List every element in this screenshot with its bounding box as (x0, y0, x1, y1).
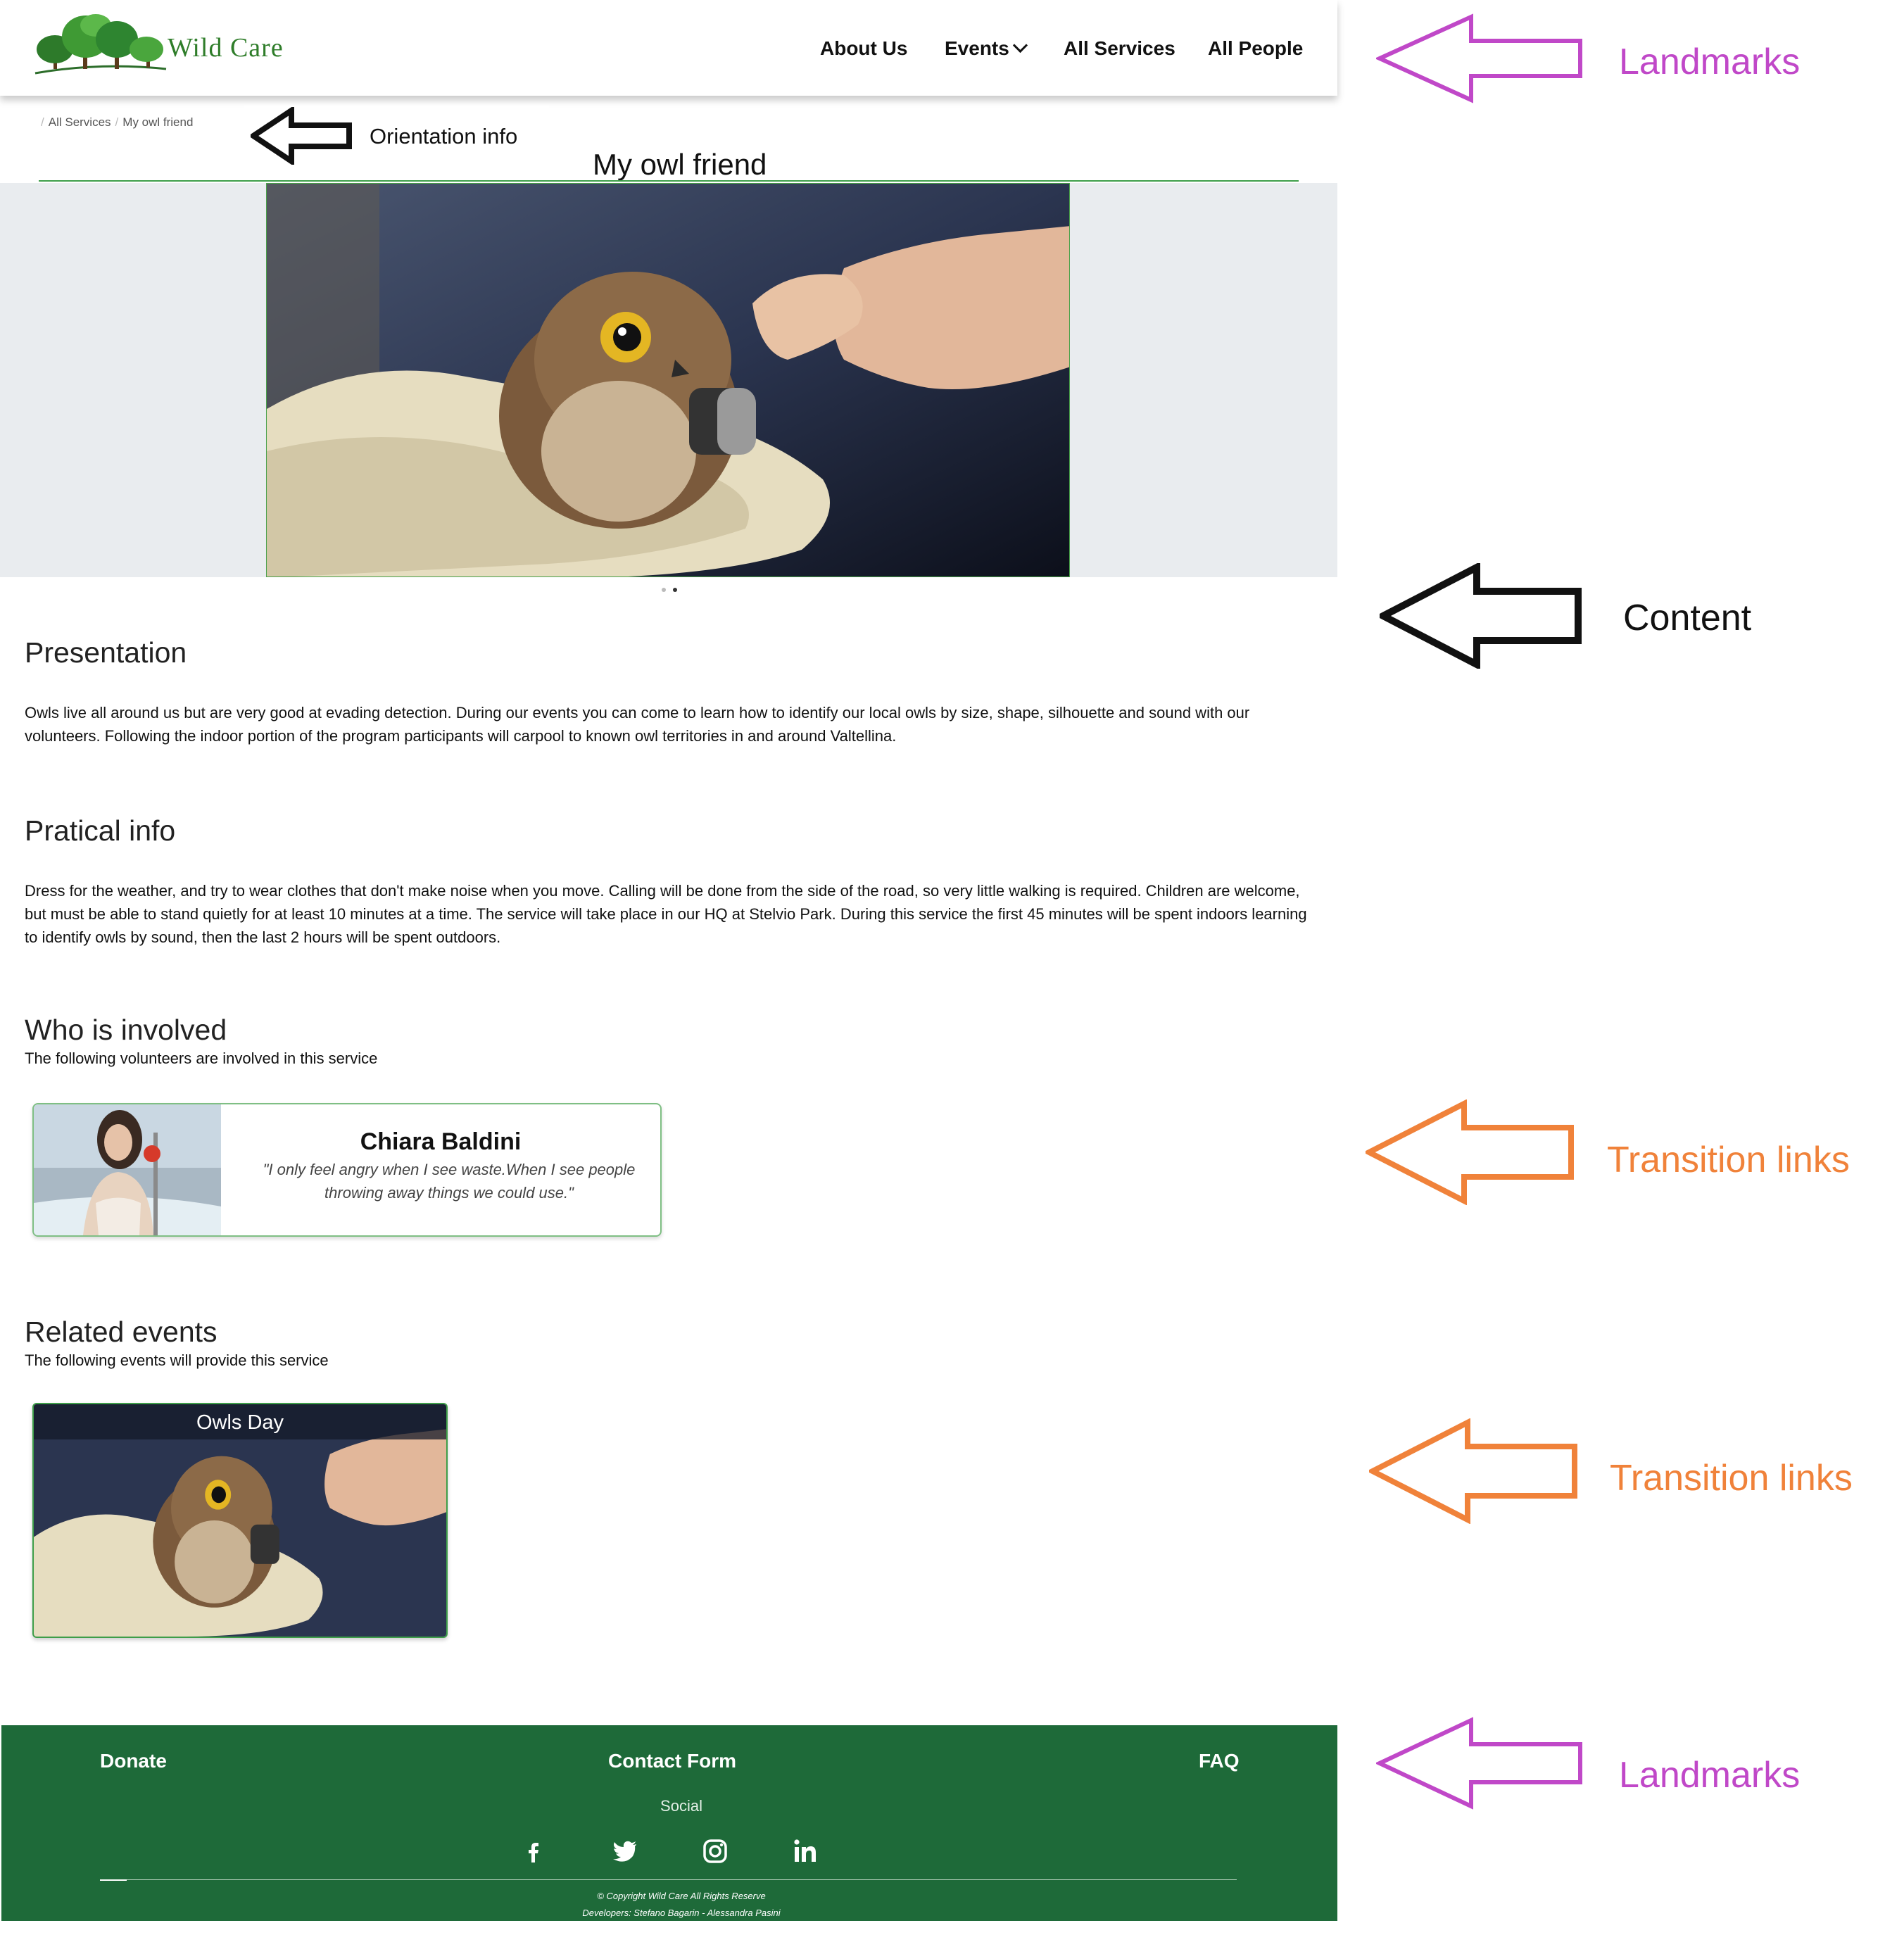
section-heading-practical-info: Pratical info (25, 814, 176, 847)
breadcrumb-separator: / (41, 115, 44, 129)
content-annotation-label: Content (1623, 598, 1752, 638)
orientation-annotation-label: Orientation info (370, 124, 518, 149)
nav-all-people[interactable]: All People (1208, 37, 1303, 60)
twitter-icon[interactable] (611, 1837, 639, 1865)
instagram-icon[interactable] (701, 1837, 729, 1865)
footer-faq-link[interactable]: FAQ (1199, 1750, 1240, 1772)
nav-events[interactable]: Events (945, 37, 1028, 60)
logo-trees-icon[interactable] (34, 13, 168, 77)
breadcrumb-all-services[interactable]: All Services (49, 115, 111, 129)
footer-divider (100, 1879, 1237, 1880)
who-is-involved-subtitle: The following volunteers are involved in… (25, 1050, 378, 1067)
nav-about-us[interactable]: About Us (820, 37, 907, 60)
transition-links-annotation-label: Transition links (1607, 1140, 1850, 1180)
related-events-subtitle: The following events will provide this s… (25, 1351, 329, 1369)
breadcrumb: / All Services / My owl friend (37, 115, 193, 130)
volunteer-card[interactable]: Chiara Baldini "I only feel angry when I… (32, 1103, 662, 1237)
presentation-text: Owls live all around us but are very goo… (25, 704, 1250, 745)
nav-all-services[interactable]: All Services (1064, 37, 1175, 60)
facebook-icon[interactable] (519, 1837, 548, 1865)
carousel-dot-1[interactable] (662, 588, 666, 592)
orientation-arrow-icon (251, 107, 352, 165)
chevron-down-icon (1012, 37, 1028, 53)
footer-contact-form-link[interactable]: Contact Form (608, 1750, 736, 1772)
volunteer-quote: "I only feel angry when I see waste.When… (263, 1161, 636, 1202)
footer-divider-accent (100, 1879, 127, 1881)
landmarks-arrow-icon (1376, 13, 1582, 103)
carousel-dot-2[interactable] (673, 588, 677, 592)
section-heading-presentation: Presentation (25, 636, 187, 669)
transition-links-annotation-label-2: Transition links (1610, 1458, 1853, 1499)
volunteer-name: Chiara Baldini (360, 1128, 522, 1155)
copyright-text: © Copyright Wild Care All Rights Reserve (597, 1891, 766, 1901)
practical-info-text: Dress for the weather, and try to wear c… (25, 882, 1307, 946)
landmarks-arrow-icon-2 (1376, 1717, 1582, 1810)
content-arrow-icon (1380, 563, 1582, 669)
footer-donate-link[interactable]: Donate (100, 1750, 167, 1772)
social-label: Social (660, 1797, 702, 1815)
event-card-owls-day[interactable]: Owls Day (32, 1403, 448, 1638)
carousel-owl-image[interactable] (266, 183, 1070, 577)
breadcrumb-current: My owl friend (122, 115, 194, 129)
page-title: My owl friend (593, 148, 767, 181)
event-title: Owls Day (34, 1404, 446, 1439)
carousel-indicators (658, 583, 681, 595)
transition-links-arrow-icon-2 (1369, 1418, 1577, 1524)
owl-photo-illustration (267, 184, 1069, 576)
section-heading-who-is-involved: Who is involved (25, 1014, 227, 1046)
title-divider (39, 180, 1299, 182)
volunteer-photo (34, 1104, 221, 1235)
brand-name[interactable]: Wild Care (168, 32, 284, 63)
nav-events-label: Events (945, 37, 1009, 59)
section-heading-related-events: Related events (25, 1316, 217, 1348)
developers-text: Developers: Stefano Bagarin - Alessandra… (582, 1908, 781, 1918)
landmarks-annotation-label-2: Landmarks (1619, 1755, 1801, 1796)
footer-copyright: © Copyright Wild Care All Rights Reserve… (0, 1888, 1363, 1922)
breadcrumb-separator: / (115, 115, 119, 129)
landmarks-annotation-label: Landmarks (1619, 42, 1801, 82)
transition-links-arrow-icon (1366, 1099, 1574, 1205)
linkedin-icon[interactable] (791, 1837, 819, 1865)
